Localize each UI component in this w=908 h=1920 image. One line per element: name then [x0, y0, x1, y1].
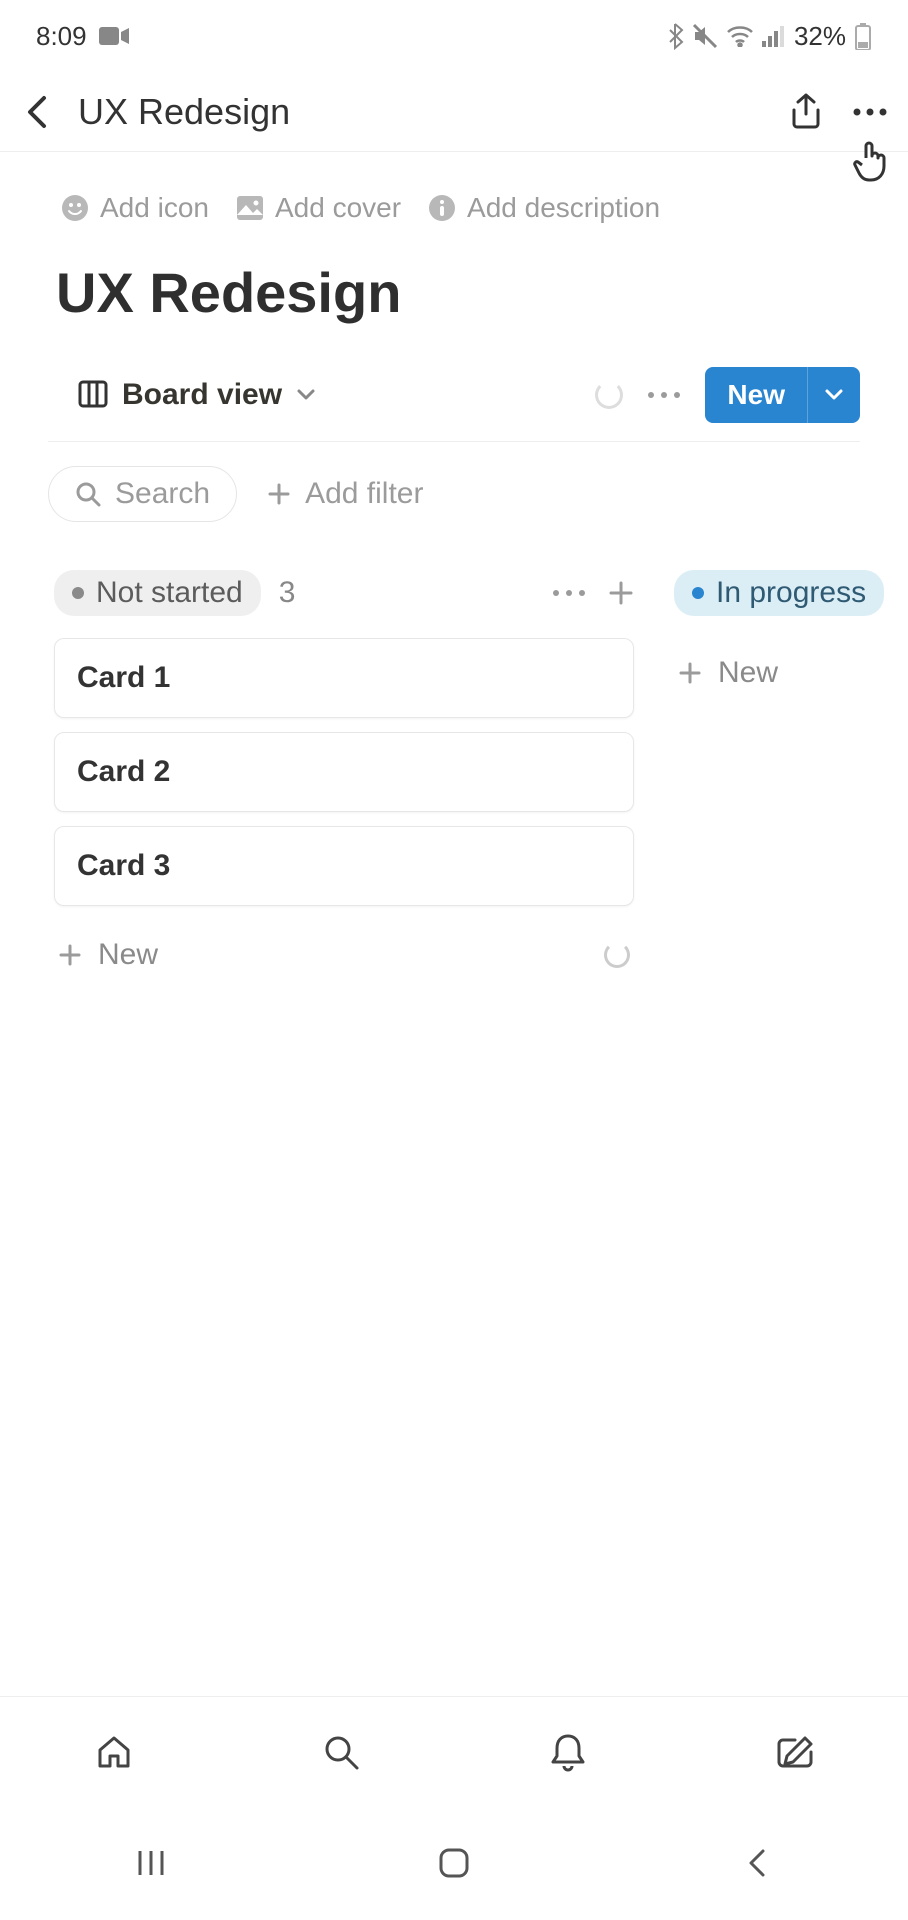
- sys-home-button[interactable]: [432, 1841, 476, 1885]
- back-button[interactable]: [18, 92, 58, 132]
- chevron-down-icon: [296, 388, 316, 402]
- add-description-label: Add description: [467, 192, 660, 224]
- status-name: Not started: [96, 576, 243, 610]
- status-dot-icon: [72, 587, 84, 599]
- board: Not started 3 Card 1 Card 2 Card 3 New: [0, 522, 908, 990]
- plus-icon: [678, 661, 702, 685]
- new-button-group: New: [705, 367, 860, 423]
- mute-vibrate-icon: [692, 23, 718, 49]
- status-chip[interactable]: Not started: [54, 570, 261, 616]
- search-label: Search: [115, 477, 210, 511]
- signal-icon: [762, 25, 786, 47]
- status-chip[interactable]: In progress: [674, 570, 884, 616]
- search-button[interactable]: Search: [48, 466, 237, 522]
- emoji-icon: [60, 193, 90, 223]
- column-new-label: New: [718, 656, 778, 690]
- info-icon: [427, 193, 457, 223]
- column-header: Not started 3: [54, 570, 634, 616]
- add-filter-label: Add filter: [305, 477, 423, 511]
- column-header: In progress: [674, 570, 908, 616]
- search-icon: [75, 481, 101, 507]
- view-more-button[interactable]: [647, 390, 681, 400]
- app-header: UX Redesign: [0, 72, 908, 152]
- add-icon-button[interactable]: Add icon: [60, 192, 209, 224]
- plus-icon: [58, 943, 82, 967]
- sys-recent-button[interactable]: [129, 1841, 173, 1885]
- nav-search-button[interactable]: [319, 1730, 363, 1774]
- loading-spinner-icon: [595, 381, 623, 409]
- column-count: 3: [279, 576, 296, 610]
- column-new-label: New: [98, 938, 158, 972]
- battery-pct: 32%: [794, 21, 846, 52]
- board-card[interactable]: Card 2: [54, 732, 634, 812]
- column-more-button[interactable]: [552, 589, 586, 597]
- column-new-button[interactable]: New: [54, 920, 634, 990]
- page-options-row: Add icon Add cover Add description: [0, 152, 908, 240]
- battery-icon: [854, 22, 872, 50]
- status-bar: 8:09 32%: [0, 0, 908, 72]
- image-icon: [235, 193, 265, 223]
- system-nav: [0, 1806, 908, 1920]
- board-icon: [78, 380, 108, 410]
- column-new-button[interactable]: New: [674, 638, 908, 708]
- add-cover-button[interactable]: Add cover: [235, 192, 401, 224]
- view-selector[interactable]: Board view: [78, 378, 316, 412]
- view-row: Board view New: [48, 333, 860, 442]
- sys-back-button[interactable]: [735, 1841, 779, 1885]
- add-description-button[interactable]: Add description: [427, 192, 660, 224]
- new-button-dropdown[interactable]: [807, 367, 860, 423]
- column-add-button[interactable]: [608, 580, 634, 606]
- nav-compose-button[interactable]: [773, 1730, 817, 1774]
- add-icon-label: Add icon: [100, 192, 209, 224]
- video-recording-icon: [99, 25, 129, 47]
- nav-notifications-button[interactable]: [546, 1730, 590, 1774]
- board-column-in-progress: In progress New: [674, 570, 908, 708]
- share-button[interactable]: [788, 92, 824, 132]
- header-title: UX Redesign: [78, 91, 290, 133]
- board-column-not-started: Not started 3 Card 1 Card 2 Card 3 New: [54, 570, 634, 990]
- nav-home-button[interactable]: [92, 1730, 136, 1774]
- status-time: 8:09: [36, 21, 87, 52]
- page-title[interactable]: UX Redesign: [0, 240, 908, 333]
- new-button[interactable]: New: [705, 367, 807, 423]
- plus-icon: [267, 482, 291, 506]
- bluetooth-icon: [666, 22, 684, 50]
- status-name: In progress: [716, 576, 866, 610]
- more-menu-button[interactable]: [852, 107, 888, 117]
- cursor-hand-icon: [852, 136, 900, 184]
- add-cover-label: Add cover: [275, 192, 401, 224]
- view-name: Board view: [122, 378, 282, 412]
- status-dot-icon: [692, 587, 704, 599]
- bottom-nav: [0, 1696, 908, 1806]
- search-filter-row: Search Add filter: [0, 442, 908, 522]
- wifi-icon: [726, 25, 754, 47]
- add-filter-button[interactable]: Add filter: [261, 467, 429, 521]
- loading-spinner-icon: [604, 942, 630, 968]
- board-card[interactable]: Card 1: [54, 638, 634, 718]
- board-card[interactable]: Card 3: [54, 826, 634, 906]
